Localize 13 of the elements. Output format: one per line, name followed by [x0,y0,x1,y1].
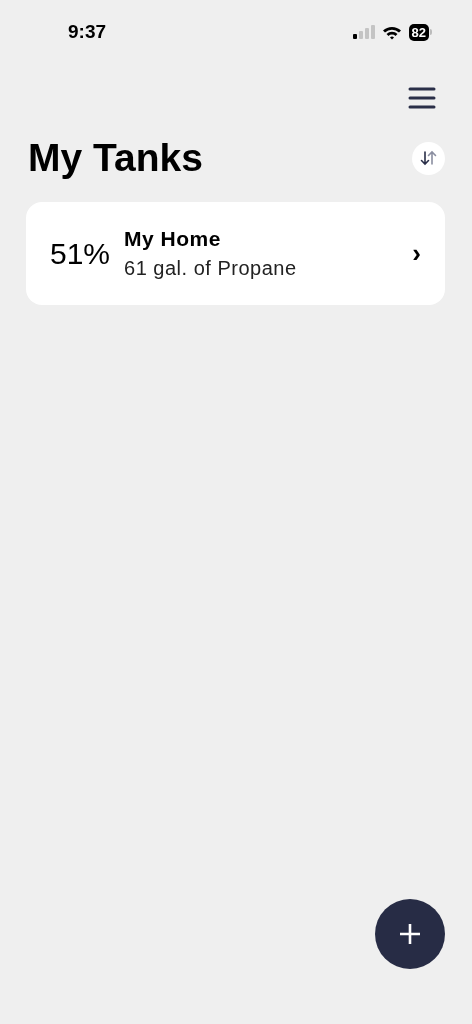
sort-icon [419,150,438,166]
plus-icon [399,923,421,945]
menu-icon[interactable] [408,86,436,110]
chevron-icon: › [412,238,421,269]
tank-name: My Home [124,227,222,251]
signal-icon [352,25,375,39]
status-time: 9:37 [68,21,108,43]
sort-button[interactable] [412,141,445,175]
page-title: My Tanks [28,136,203,180]
wifi-icon [381,24,402,40]
tank-amount: 61 gal. of Propane [124,257,298,280]
tank-level-percent: 51% [50,236,111,271]
battery-icon: 82 [408,23,432,41]
